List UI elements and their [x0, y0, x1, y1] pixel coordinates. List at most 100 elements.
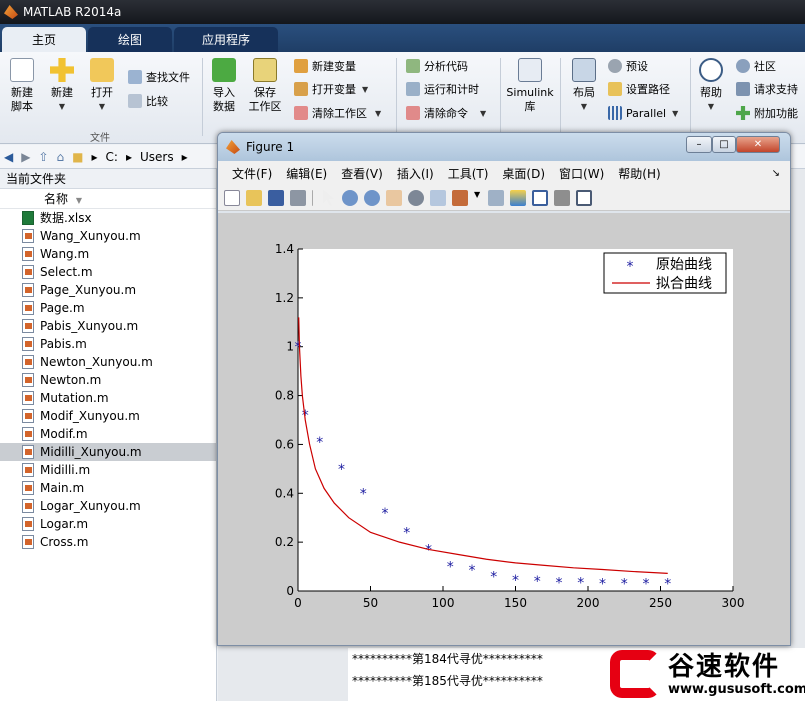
layout-button[interactable]: 布局 ▼: [566, 58, 602, 114]
request-support-button[interactable]: 请求支持: [736, 80, 798, 98]
zoom-in-icon[interactable]: [342, 189, 358, 206]
m-file-icon: [22, 301, 34, 315]
file-list-item[interactable]: Logar_Xunyou.m: [0, 497, 216, 515]
menu-help[interactable]: 帮助(H): [618, 165, 660, 182]
add-ons-button[interactable]: 附加功能: [736, 104, 798, 122]
open-variable-dropdown-icon[interactable]: ▼: [362, 85, 368, 94]
y-tick-label: 0.2: [275, 535, 294, 549]
close-button[interactable]: ✕: [736, 136, 780, 153]
parallel-icon: [608, 106, 622, 120]
up-folder-icon[interactable]: ⇧: [38, 150, 48, 164]
tab-apps[interactable]: 应用程序: [174, 27, 278, 52]
forward-arrow-icon[interactable]: ▶: [21, 150, 30, 164]
data-cursor-icon[interactable]: [430, 189, 446, 206]
m-file-icon: [22, 391, 34, 405]
file-list-item[interactable]: Pabis.m: [0, 335, 216, 353]
breadcrumb-users[interactable]: Users: [140, 150, 174, 164]
find-files-button[interactable]: 查找文件: [128, 68, 190, 86]
import-arrow-icon: [212, 58, 236, 82]
analyze-code-button[interactable]: 分析代码: [406, 57, 468, 75]
help-button[interactable]: 帮助 ▼: [694, 58, 728, 114]
name-column-header[interactable]: 名称 ▼: [0, 189, 216, 209]
file-list-item[interactable]: Newton_Xunyou.m: [0, 353, 216, 371]
browse-folder-icon[interactable]: ⌂: [57, 150, 65, 164]
run-and-time-button[interactable]: 运行和计时: [406, 80, 479, 98]
file-list-item[interactable]: Mutation.m: [0, 389, 216, 407]
menu-file[interactable]: 文件(F): [232, 165, 272, 182]
minimize-button[interactable]: –: [686, 136, 712, 153]
compare-button[interactable]: 比较: [128, 92, 168, 110]
file-name: Page.m: [40, 301, 85, 315]
file-list-item[interactable]: Midilli.m: [0, 461, 216, 479]
preferences-button[interactable]: 预设: [608, 57, 648, 75]
new-button[interactable]: 新建 ▼: [44, 58, 80, 114]
file-list-item[interactable]: Pabis_Xunyou.m: [0, 317, 216, 335]
menu-desktop[interactable]: 桌面(D): [502, 165, 545, 182]
clear-workspace-dropdown-icon[interactable]: ▼: [375, 109, 381, 118]
clear-commands-dropdown-icon[interactable]: ▼: [480, 109, 486, 118]
new-label: 新建: [51, 86, 73, 99]
show-plot-tools-icon[interactable]: [576, 189, 592, 206]
file-list-item[interactable]: Newton.m: [0, 371, 216, 389]
file-name: Modif_Xunyou.m: [40, 409, 140, 423]
new-script-button[interactable]: 新建 脚本: [4, 58, 40, 114]
print-icon[interactable]: [290, 189, 306, 206]
rotate-3d-icon[interactable]: [408, 189, 424, 206]
colorbar-icon[interactable]: [510, 189, 526, 206]
brush-dropdown-icon[interactable]: ▼: [474, 190, 482, 206]
file-list-item[interactable]: Logar.m: [0, 515, 216, 533]
file-list-item[interactable]: Select.m: [0, 263, 216, 281]
open-variable-button[interactable]: 打开变量 ▼: [294, 80, 368, 98]
file-name: Midilli_Xunyou.m: [40, 445, 142, 459]
file-list-item[interactable]: Main.m: [0, 479, 216, 497]
save-icon[interactable]: [268, 189, 284, 206]
file-list-item[interactable]: Cross.m: [0, 533, 216, 551]
file-list-item[interactable]: 数据.xlsx: [0, 209, 216, 227]
menu-view[interactable]: 查看(V): [341, 165, 383, 182]
menu-window[interactable]: 窗口(W): [559, 165, 604, 182]
link-plot-icon[interactable]: [488, 189, 504, 206]
menu-edit[interactable]: 编辑(E): [286, 165, 327, 182]
maximize-button[interactable]: □: [712, 136, 736, 153]
file-name: Main.m: [40, 481, 85, 495]
clear-commands-button[interactable]: 清除命令 ▼: [406, 104, 486, 122]
file-name: Pabis.m: [40, 337, 87, 351]
back-arrow-icon[interactable]: ◀: [4, 150, 13, 164]
tab-home[interactable]: 主页: [2, 27, 86, 52]
parallel-dropdown-icon[interactable]: ▼: [672, 109, 678, 118]
file-list-item[interactable]: Midilli_Xunyou.m: [0, 443, 216, 461]
plus-icon: [50, 58, 74, 82]
menu-overflow-icon[interactable]: ↘: [772, 168, 780, 179]
file-list-item[interactable]: Page.m: [0, 299, 216, 317]
menu-tools[interactable]: 工具(T): [448, 165, 489, 182]
zoom-out-icon[interactable]: [364, 189, 380, 206]
simulink-library-button[interactable]: Simulink 库: [504, 58, 556, 114]
open-file-icon[interactable]: [246, 189, 262, 206]
x-tick-label: 100: [432, 596, 455, 610]
new-variable-button[interactable]: 新建变量: [294, 57, 356, 75]
file-list-item[interactable]: Wang.m: [0, 245, 216, 263]
file-list-item[interactable]: Modif.m: [0, 425, 216, 443]
file-list-item[interactable]: Page_Xunyou.m: [0, 281, 216, 299]
pan-hand-icon[interactable]: [386, 189, 402, 206]
breadcrumb-drive[interactable]: C:: [106, 150, 118, 164]
parallel-button[interactable]: Parallel ▼: [608, 104, 678, 122]
hide-plot-tools-icon[interactable]: [554, 189, 570, 206]
brush-icon[interactable]: [452, 189, 468, 206]
tab-plots[interactable]: 绘图: [88, 27, 172, 52]
open-button[interactable]: 打开 ▼: [84, 58, 120, 114]
legend-icon[interactable]: [532, 189, 548, 206]
file-list-item[interactable]: Wang_Xunyou.m: [0, 227, 216, 245]
community-button[interactable]: 社区: [736, 57, 776, 75]
new-figure-icon[interactable]: [224, 189, 240, 206]
help-dropdown-arrow-icon: ▼: [707, 102, 715, 111]
import-data-button[interactable]: 导入 数据: [206, 58, 242, 114]
file-list-item[interactable]: Modif_Xunyou.m: [0, 407, 216, 425]
menu-insert[interactable]: 插入(I): [397, 165, 434, 182]
set-path-button[interactable]: 设置路径: [608, 80, 670, 98]
data-point: *: [664, 577, 671, 593]
pointer-icon[interactable]: [323, 189, 335, 206]
clear-workspace-button[interactable]: 清除工作区 ▼: [294, 104, 381, 122]
save-workspace-button[interactable]: 保存 工作区: [246, 58, 284, 114]
file-name: Select.m: [40, 265, 93, 279]
